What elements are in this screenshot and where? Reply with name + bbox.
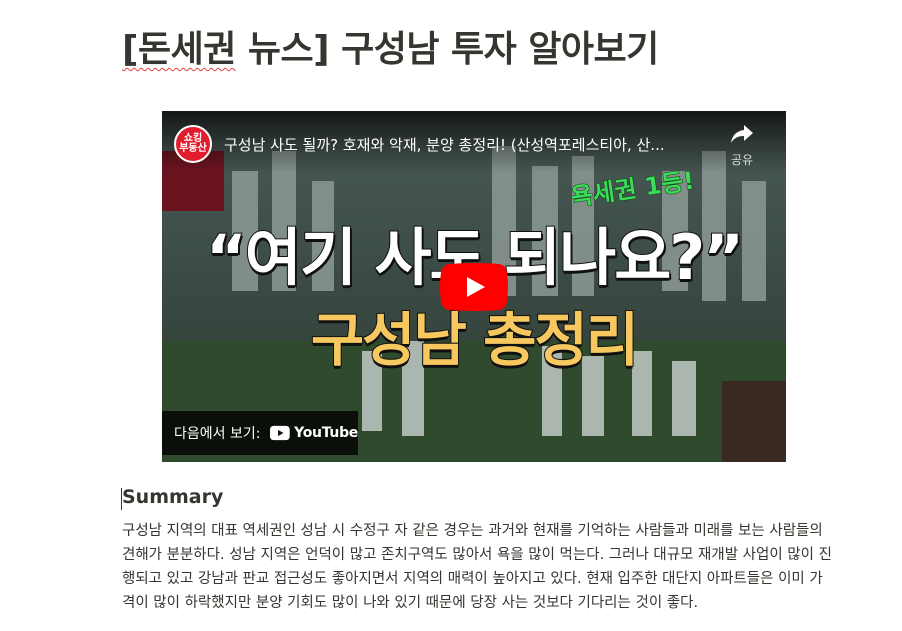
share-label: 공유 — [730, 153, 754, 167]
video-title[interactable]: 구성남 사도 될까? 호재와 악재, 분양 총정리! (산성역포레스티아, 산.… — [224, 134, 714, 155]
play-button[interactable] — [440, 263, 508, 311]
page-title: [돈세권 뉴스] 구성남 투자 알아보기 — [122, 20, 659, 72]
watch-on-label: 다음에서 보기: — [174, 426, 261, 442]
share-button[interactable]: 공유 — [720, 123, 764, 168]
summary-body[interactable]: 구성남 지역의 대표 역세권인 성남 시 수정구 자 같은 경우는 과거와 현재… — [122, 519, 834, 615]
summary-heading[interactable]: Summary — [122, 486, 223, 508]
watch-on-youtube-bar[interactable]: 다음에서 보기: YouTube — [162, 411, 358, 455]
share-icon — [731, 125, 753, 143]
title-prefix: [돈세권 — [122, 29, 236, 70]
channel-avatar-text: 쇼킹 부동산 — [179, 132, 207, 154]
title-rest: 뉴스] 구성남 투자 알아보기 — [235, 29, 659, 70]
youtube-logo-icon — [270, 425, 291, 441]
youtube-wordmark: YouTube — [294, 425, 358, 441]
channel-avatar[interactable]: 쇼킹 부동산 — [174, 125, 212, 163]
youtube-embed[interactable]: 쇼킹 부동산 구성남 사도 될까? 호재와 악재, 분양 총정리! (산성역포레… — [162, 111, 786, 462]
